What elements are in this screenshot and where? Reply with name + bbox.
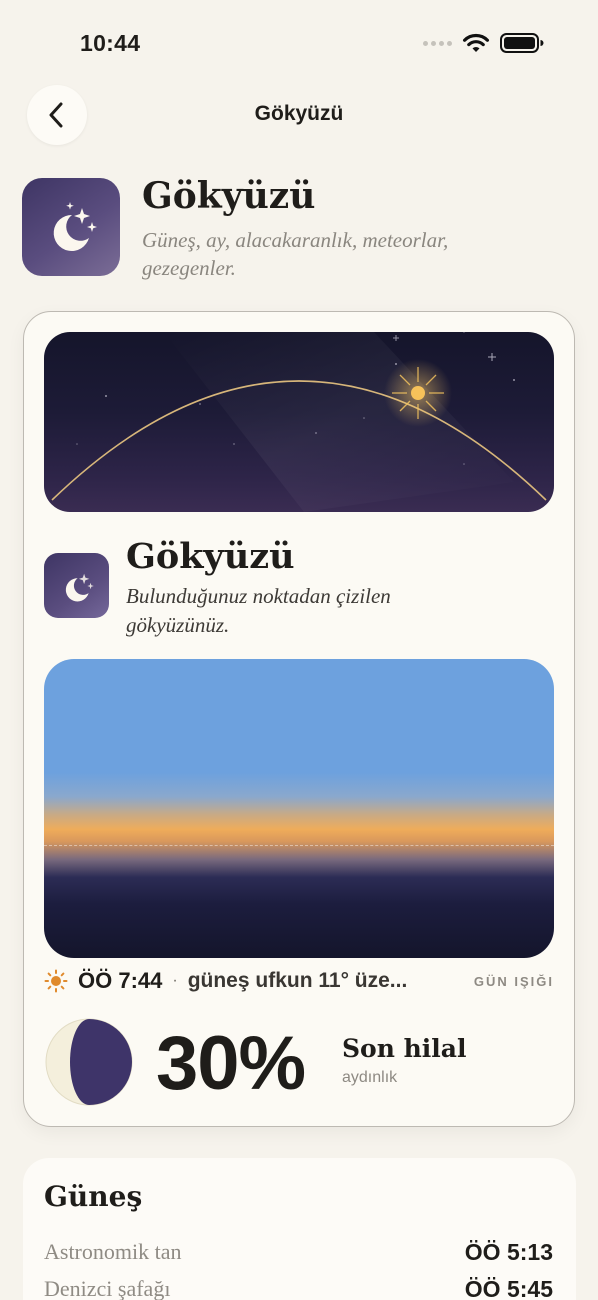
sky-screen: 10:44 Gökyüzü Gökyüzü Güneş, ay, alacaka… [0,0,598,1300]
moon-stars-icon [65,573,94,601]
status-icons [423,32,544,54]
row-value: ÖÖ 5:45 [464,1275,553,1300]
moon-phase-graphic [44,1017,134,1107]
sun-altitude-text: güneş ufkun 11° üze... [187,969,408,992]
separator: · [172,972,178,989]
daylight-badge: GÜN IŞIĞI [473,973,554,989]
battery-icon [500,33,544,53]
horizon-line [44,845,554,846]
signal-icon [423,40,452,46]
sky-widget-card[interactable]: Gökyüzü Bulunduğunuz noktadan çizilen gö… [23,311,575,1127]
sun-marker [411,386,425,400]
sun-times-card: Güneş Astronomik tan ÖÖ 5:13 Denizci şaf… [23,1158,576,1300]
sun-status-row: ÖÖ 7:44 · güneş ufkun 11° üze... GÜN IŞI… [44,966,554,996]
widget-app-icon [44,553,109,618]
row-value: ÖÖ 5:13 [464,1238,553,1265]
sun-time-row[interactable]: Astronomik tan ÖÖ 5:13 [44,1237,553,1267]
widget-title: Gökyüzü [126,536,295,577]
sun-time: ÖÖ 7:44 [78,968,163,993]
moon-lit-label: aydınlık [342,1069,398,1086]
wifi-icon [463,33,489,52]
status-time: 10:44 [80,30,141,56]
day-sky-gradient [44,659,554,958]
moon-phase-name: Son hilal [342,1034,467,1063]
row-label: Astronomik tan [44,1239,182,1264]
moon-illumination-percent: 30% [156,1021,306,1106]
sun-time-row[interactable]: Denizci şafağı ÖÖ 5:45 [44,1274,553,1300]
night-sky-illustration [44,332,554,512]
sun-icon [44,969,68,993]
widget-subtitle: Bulunduğunuz noktadan çizilen gökyüzünüz… [126,584,391,637]
row-label: Denizci şafağı [44,1276,171,1300]
app-icon [22,178,120,276]
sun-section-title: Güneş [44,1180,143,1213]
moon-stars-icon [53,202,97,251]
nav-title: Gökyüzü [254,102,344,125]
hero-title: Gökyüzü [142,175,316,217]
hero-subtitle: Güneş, ay, alacakaranlık, meteorlar, gez… [142,228,449,280]
